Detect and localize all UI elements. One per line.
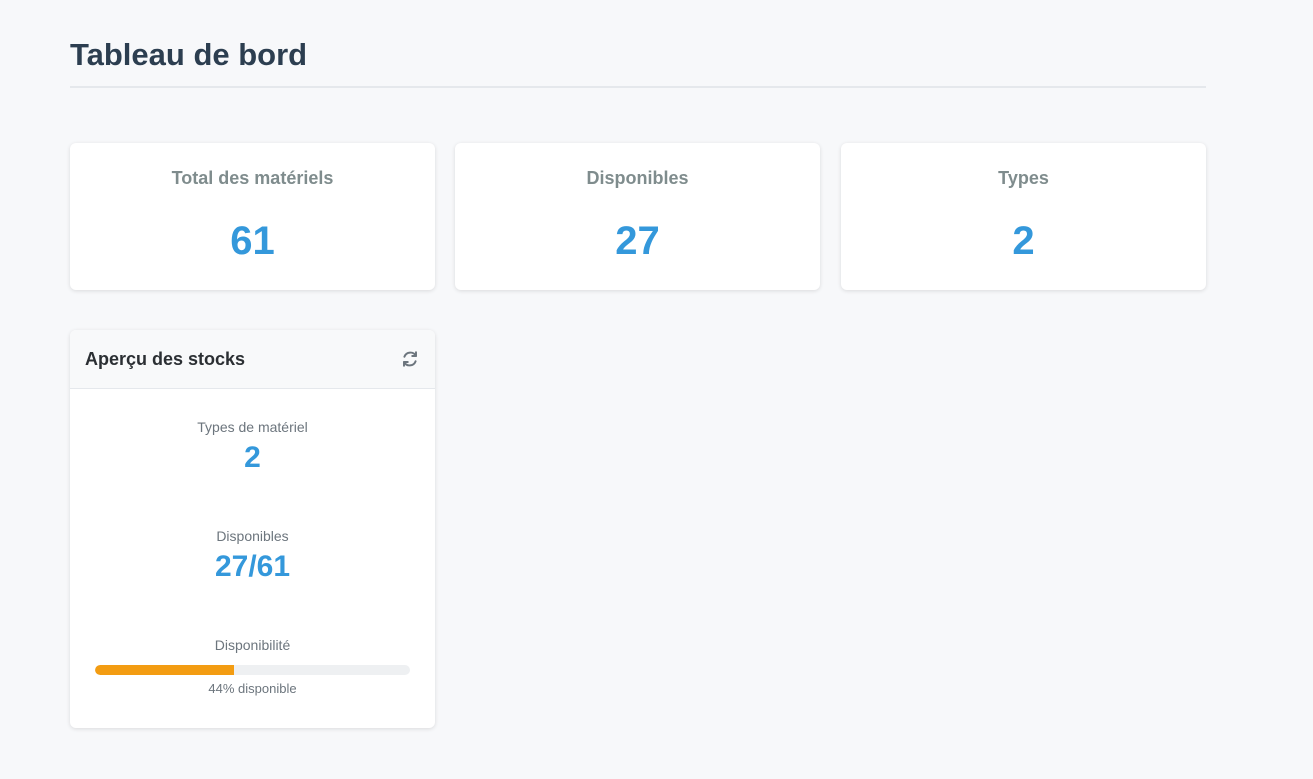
stock-panel-header: Aperçu des stocks xyxy=(70,330,435,389)
metric-available-value: 27/61 xyxy=(214,550,291,583)
metric-types-value: 2 xyxy=(244,441,261,474)
metric-availability: Disponibilité xyxy=(70,637,435,653)
stat-card-available: Disponibles 27 xyxy=(455,143,820,290)
stat-label-available: Disponibles xyxy=(586,168,689,188)
stat-card-total: Total des matériels 61 xyxy=(70,143,435,290)
metric-available: Disponibles 27/61 xyxy=(70,528,435,584)
refresh-icon xyxy=(403,351,417,367)
stat-card-types: Types 2 xyxy=(841,143,1206,290)
availability-caption: 44% disponible xyxy=(208,681,297,696)
metric-types: Types de matériel 2 xyxy=(70,419,435,475)
stock-panel-title: Aperçu des stocks xyxy=(85,349,246,369)
dashboard-page: Tableau de bord Total des matériels 61 D… xyxy=(0,0,1313,779)
refresh-button[interactable] xyxy=(401,350,419,368)
availability-progress-bar xyxy=(95,665,410,675)
availability-label: Disponibilité xyxy=(214,637,291,653)
availability-progress-fill xyxy=(95,665,234,675)
stat-label-types: Types xyxy=(998,168,1049,188)
stat-value-types: 2 xyxy=(1012,219,1035,263)
metric-available-label: Disponibles xyxy=(216,528,289,544)
page-title: Tableau de bord xyxy=(70,37,308,72)
stat-label-total: Total des matériels xyxy=(171,168,334,188)
metric-types-label: Types de matériel xyxy=(197,419,308,435)
stat-value-available: 27 xyxy=(615,219,660,263)
stock-overview-panel: Aperçu des stocks Types de matériel 2 Di… xyxy=(70,330,435,728)
page-header: Tableau de bord xyxy=(70,34,1206,88)
stat-value-total: 61 xyxy=(230,219,275,263)
